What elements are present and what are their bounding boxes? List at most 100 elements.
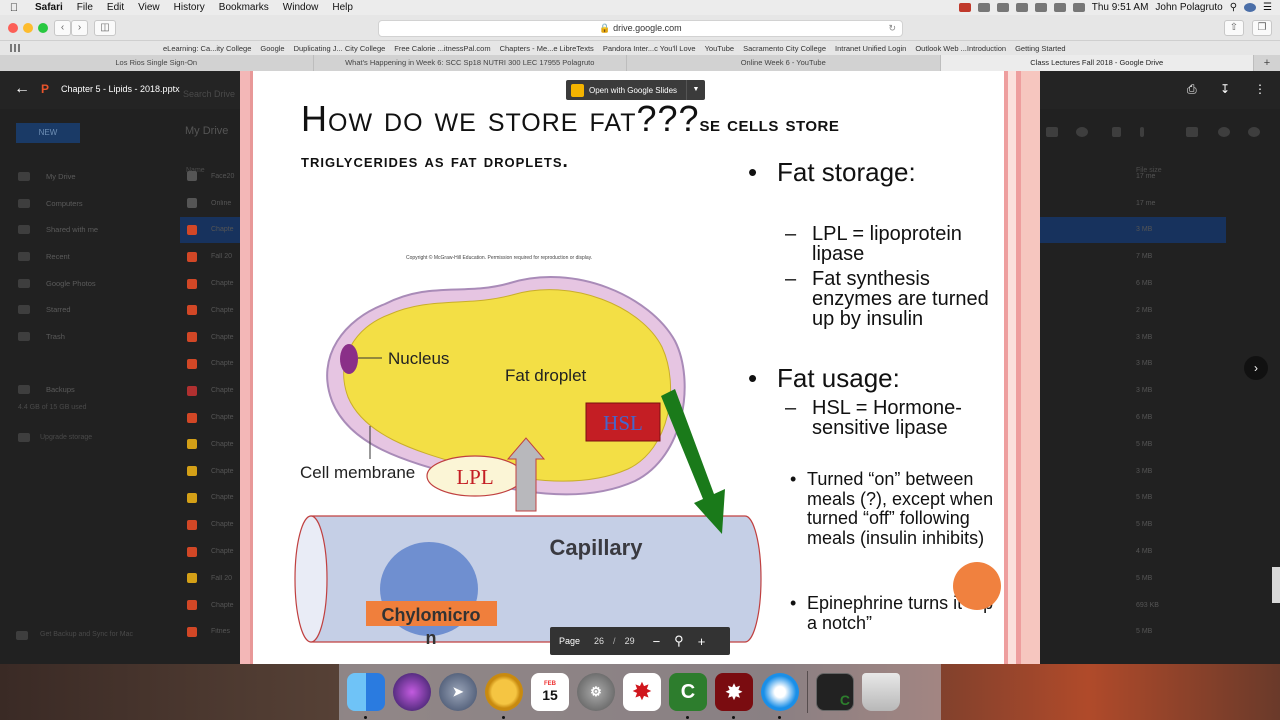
back-button[interactable]: ‹: [54, 20, 71, 36]
zoom-search-icon[interactable]: ⚲: [674, 633, 684, 649]
sidebar-item-computers[interactable]: Computers: [0, 190, 170, 217]
bookmark[interactable]: Duplicating J... City College: [294, 44, 386, 53]
tab-bar: Los Rios Single Sign-On What's Happening…: [0, 55, 1280, 71]
bookmark[interactable]: Google: [260, 44, 284, 53]
share-icon[interactable]: ⇧: [1224, 20, 1244, 36]
sidebar-item-starred[interactable]: Starred: [0, 296, 170, 323]
wifi-icon[interactable]: [1015, 3, 1028, 12]
forward-button[interactable]: ›: [71, 20, 88, 36]
chevron-down-icon[interactable]: ▼: [686, 80, 705, 100]
status-icon[interactable]: [977, 3, 990, 12]
new-button[interactable]: NEW: [16, 123, 80, 143]
launchpad-icon[interactable]: ➤: [439, 673, 477, 711]
grid-view-icon[interactable]: [1186, 127, 1198, 137]
camtasia-icon[interactable]: C: [669, 673, 707, 719]
outlook-icon[interactable]: [485, 673, 523, 719]
notification-center-icon[interactable]: ☰: [1263, 2, 1272, 13]
share-people-icon[interactable]: [1046, 127, 1058, 137]
tab[interactable]: Online Week 6 - YouTube: [627, 55, 941, 71]
menu-window[interactable]: Window: [276, 2, 326, 13]
file-size: 17 me: [1136, 172, 1156, 180]
bookmark[interactable]: Getting Started: [1015, 44, 1065, 53]
tabs-overview-icon[interactable]: ❐: [1252, 20, 1272, 36]
page-number-input[interactable]: 26: [594, 636, 604, 646]
menu-help[interactable]: Help: [325, 2, 360, 13]
open-with-google-slides-button[interactable]: Open with Google Slides ▼: [566, 80, 705, 100]
menu-history[interactable]: History: [167, 2, 212, 13]
bookmark[interactable]: Sacramento City College: [743, 44, 826, 53]
close-window-button[interactable]: [8, 23, 18, 33]
airplay-icon[interactable]: [1053, 3, 1066, 12]
sidebar-toggle-icon[interactable]: ◫: [94, 20, 116, 36]
chylomicron-label: Chylomicro: [381, 605, 480, 625]
sidebar-item-photos[interactable]: Google Photos: [0, 270, 170, 297]
menu-file[interactable]: File: [70, 2, 100, 13]
reload-icon[interactable]: ↻: [888, 21, 896, 36]
minimize-window-button[interactable]: [23, 23, 33, 33]
camtasia-recorder-icon[interactable]: C: [816, 673, 854, 711]
status-app-icon[interactable]: [958, 3, 971, 12]
tab-active[interactable]: Class Lectures Fall 2018 - Google Drive: [940, 55, 1254, 71]
download-icon[interactable]: ↧: [1220, 82, 1230, 96]
siri-icon[interactable]: [1244, 3, 1257, 12]
address-bar[interactable]: 🔒 drive.google.com ↻: [378, 20, 903, 37]
url-text: drive.google.com: [613, 23, 682, 33]
safari-icon[interactable]: [761, 673, 799, 719]
cell-membrane-label: Cell membrane: [300, 463, 415, 482]
info-icon[interactable]: [1218, 127, 1230, 137]
zoom-out-icon[interactable]: −: [653, 634, 661, 649]
bookmark[interactable]: YouTube: [705, 44, 734, 53]
bookmark[interactable]: Intranet Unified Login: [835, 44, 906, 53]
more-icon[interactable]: [1140, 127, 1144, 137]
trash-icon[interactable]: [862, 673, 900, 711]
sidebar-item-backups[interactable]: Backups: [0, 377, 170, 404]
scrollbar[interactable]: [1272, 567, 1280, 603]
bookmark[interactable]: Pandora Inter...c You'll Love: [603, 44, 696, 53]
bookmark[interactable]: Outlook Web ...Introduction: [915, 44, 1006, 53]
backup-sync-link[interactable]: Get Backup and Sync for Mac: [16, 631, 140, 640]
sidebar-item-trash[interactable]: Trash: [0, 323, 170, 350]
macos-menu-bar:  Safari File Edit View History Bookmark…: [0, 0, 1280, 15]
file-type-icon: [187, 412, 197, 423]
bookmark[interactable]: eLearning: Ca...ity College: [163, 44, 251, 53]
menu-edit[interactable]: Edit: [100, 2, 131, 13]
system-preferences-icon[interactable]: ⚙: [577, 673, 615, 711]
top-sites-icon[interactable]: [10, 44, 20, 52]
acrobat-reader-icon[interactable]: ✸: [715, 673, 753, 719]
apple-menu-icon[interactable]: : [0, 2, 28, 14]
drive-heading[interactable]: My Drive: [185, 125, 228, 137]
app-menu[interactable]: Safari: [28, 2, 70, 13]
user-name[interactable]: John Polagruto: [1155, 2, 1222, 13]
next-file-button[interactable]: ›: [1244, 356, 1268, 380]
preview-eye-icon[interactable]: [1076, 127, 1088, 137]
print-icon[interactable]: ⎙: [1187, 82, 1197, 97]
more-options-icon[interactable]: ⋮: [1254, 82, 1266, 96]
bookmark[interactable]: Free Calorie ...itnessPal.com: [394, 44, 490, 53]
menu-view[interactable]: View: [131, 2, 167, 13]
tab[interactable]: Los Rios Single Sign-On: [0, 55, 314, 71]
search-drive-label[interactable]: Search Drive: [183, 89, 235, 99]
sidebar-item-shared[interactable]: Shared with me: [0, 216, 170, 243]
trash-icon[interactable]: [1112, 127, 1121, 137]
bluetooth-icon[interactable]: [1034, 3, 1047, 12]
siri-icon[interactable]: [393, 673, 431, 711]
zoom-in-icon[interactable]: +: [698, 634, 706, 649]
bookmark[interactable]: Chapters - Me...e LibreTexts: [500, 44, 594, 53]
settings-icon[interactable]: [1248, 127, 1260, 137]
sidebar-item-my-drive[interactable]: My Drive: [0, 163, 170, 190]
upgrade-storage-link[interactable]: Upgrade storage: [18, 433, 92, 442]
clock[interactable]: Thu 9:51 AM: [1092, 2, 1149, 13]
finder-icon[interactable]: [347, 673, 385, 719]
zoom-window-button[interactable]: [38, 23, 48, 33]
bullet-turned-on: Turned “on” between meals (?), except wh…: [790, 469, 997, 548]
new-tab-button[interactable]: +: [1254, 55, 1280, 71]
back-arrow-icon[interactable]: ←: [14, 80, 30, 98]
acrobat-icon[interactable]: ✸: [623, 673, 661, 711]
status-icon[interactable]: [996, 3, 1009, 12]
volume-icon[interactable]: [1072, 3, 1085, 12]
tab[interactable]: What's Happening in Week 6: SCC Sp18 NUT…: [314, 55, 627, 71]
calendar-icon[interactable]: FEB 15: [531, 673, 569, 711]
spotlight-icon[interactable]: ⚲: [1230, 2, 1237, 13]
menu-bookmarks[interactable]: Bookmarks: [212, 2, 276, 13]
sidebar-item-recent[interactable]: Recent: [0, 243, 170, 270]
